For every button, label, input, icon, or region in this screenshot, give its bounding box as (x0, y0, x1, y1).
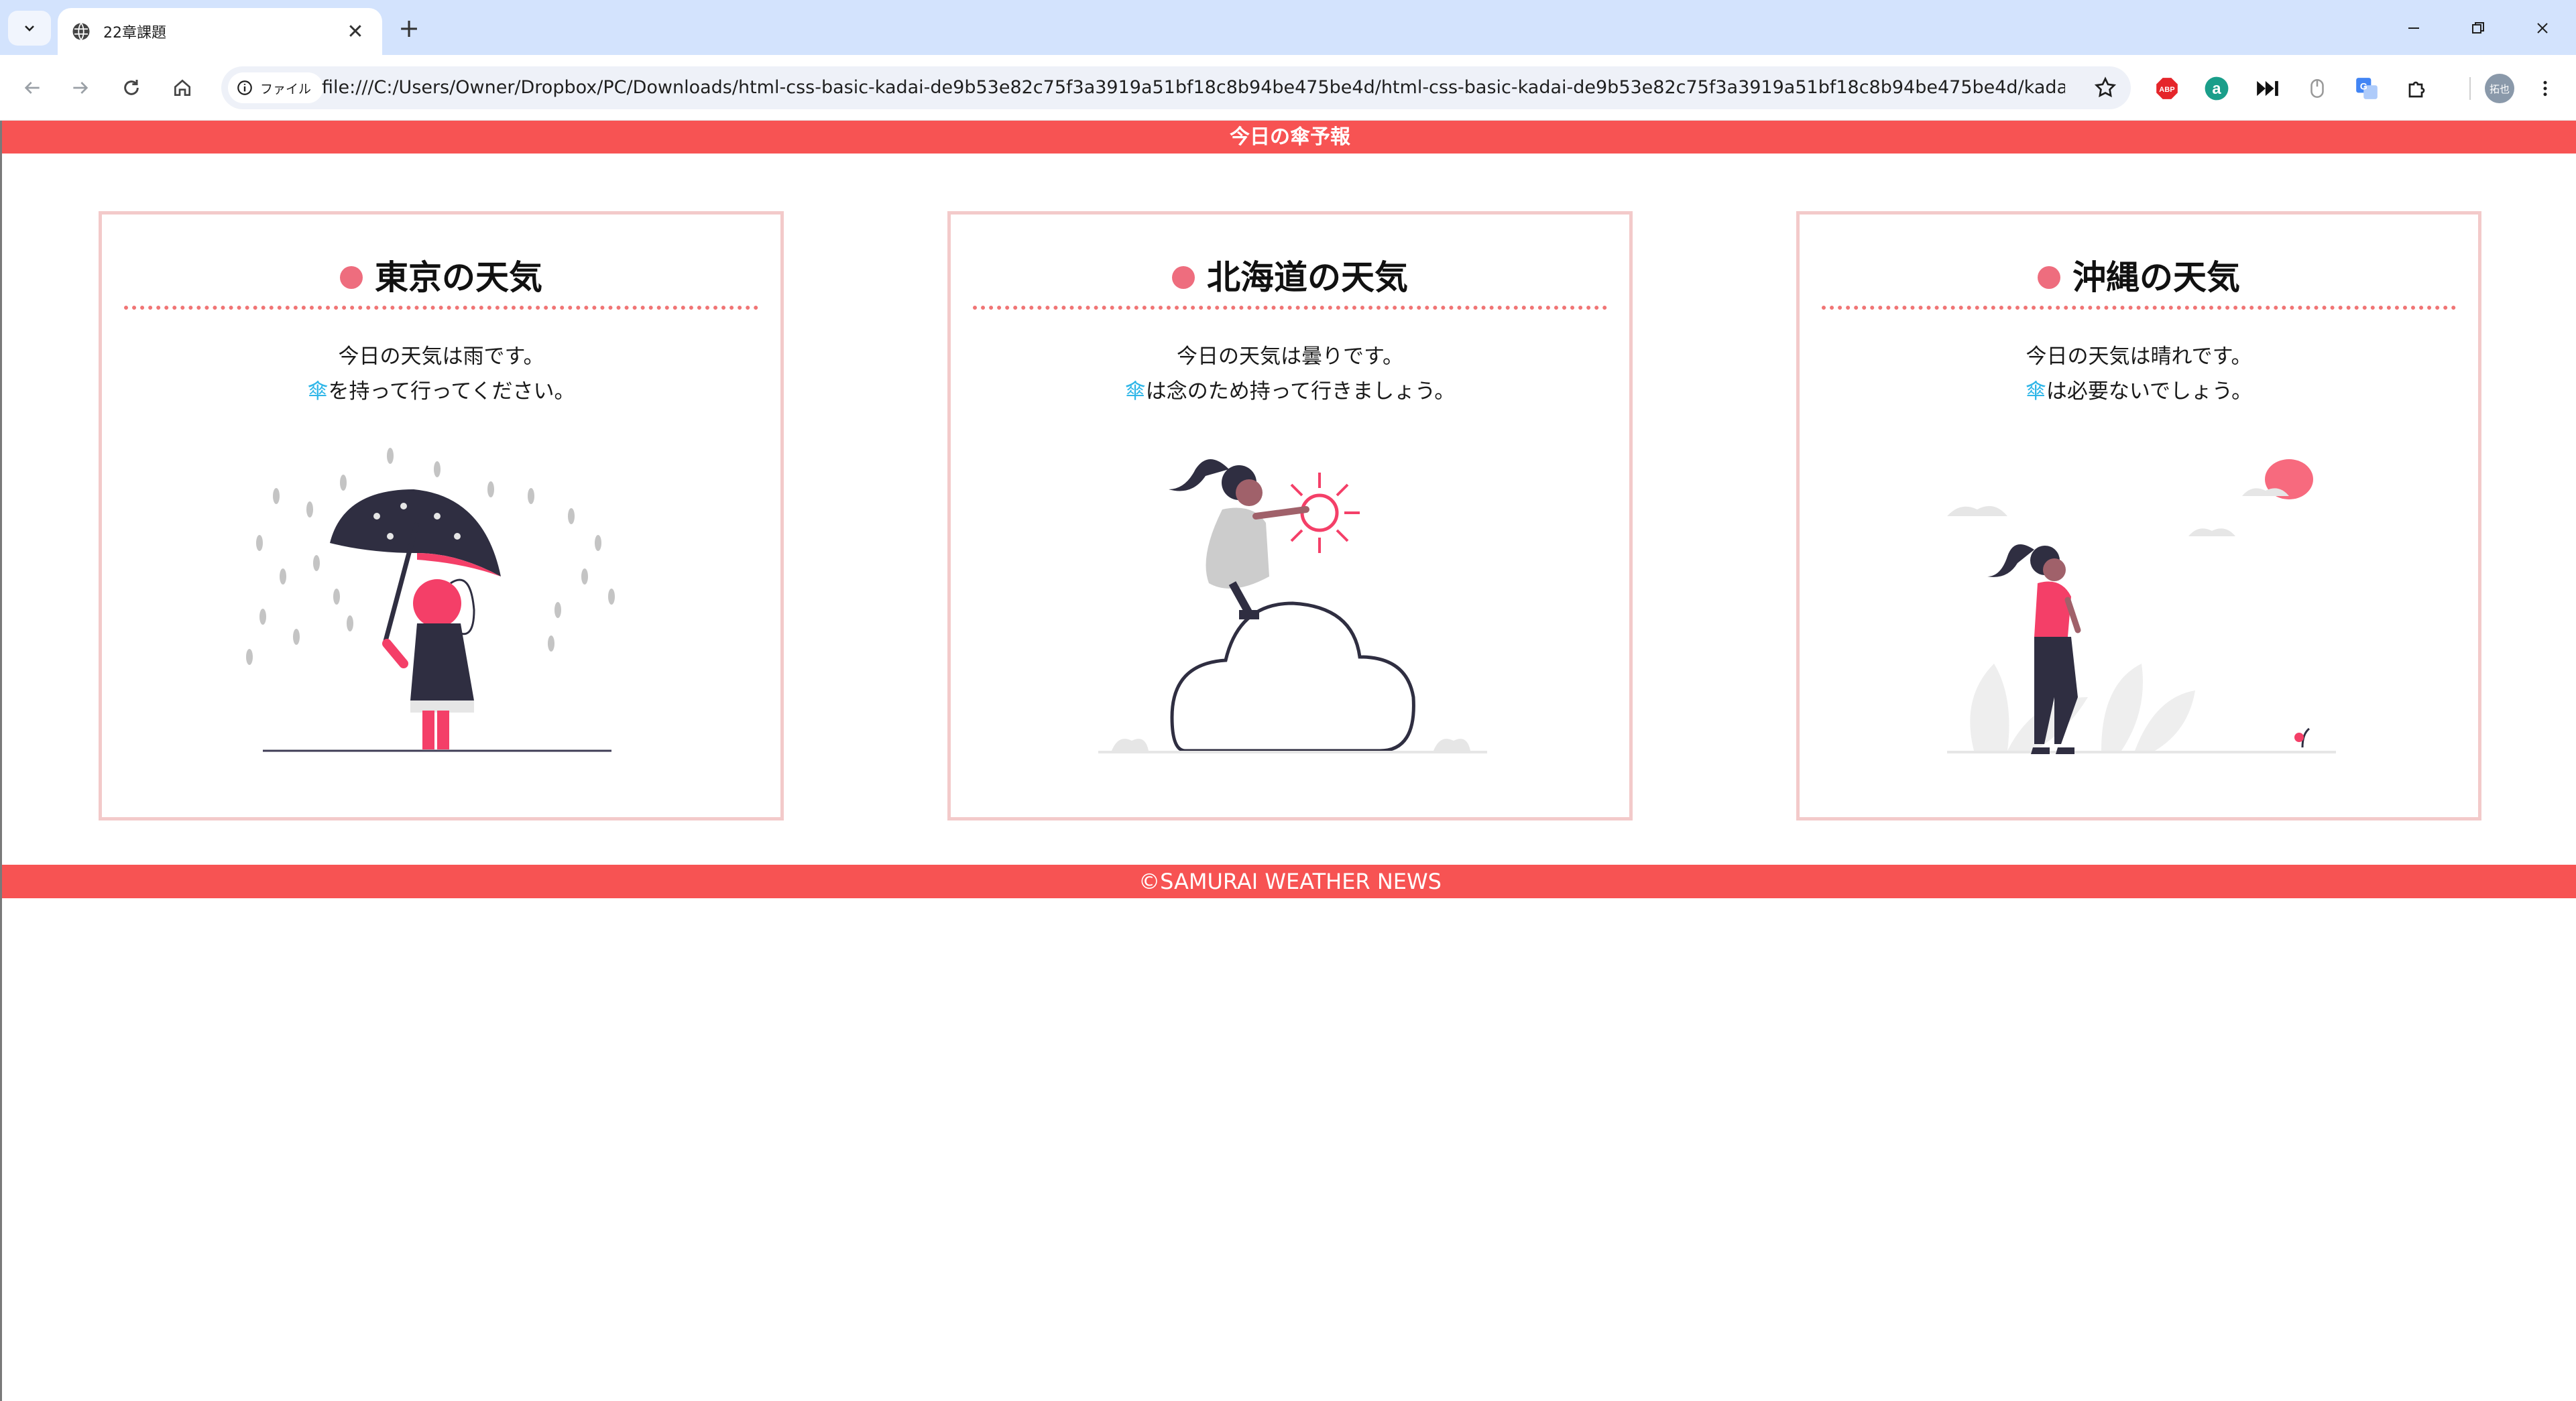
weather-card-tokyo: 東京の天気 今日の天気は雨です。 傘を持って行ってください。 (99, 211, 784, 820)
girl-walking-sunny-illustration (1947, 459, 2336, 754)
umbrella-word: 傘 (2025, 379, 2046, 404)
dotted-divider (973, 306, 1607, 310)
minimize-icon (2408, 27, 2419, 29)
back-button[interactable] (13, 69, 51, 107)
divider (2457, 75, 2483, 102)
close-window-button[interactable] (2516, 9, 2569, 47)
url-text[interactable]: file:///C:/Users/Owner/Dropbox/PC/Downlo… (322, 66, 2065, 109)
translate-shape: G (2356, 78, 2378, 99)
card-body-text: 今日の天気は雨です。 傘を持って行ってください。 (102, 339, 780, 409)
translate-icon[interactable]: G (2353, 75, 2380, 102)
home-button[interactable] (164, 69, 201, 107)
mouse-shape (2310, 78, 2324, 99)
svg-text:G: G (2360, 82, 2367, 93)
close-icon (2537, 23, 2548, 34)
umbrella-line: 傘を持って行ってください。 (102, 374, 780, 409)
umbrella-advice: を持って行ってください。 (328, 379, 575, 404)
weather-line: 今日の天気は雨です。 (338, 345, 544, 369)
tab-search-button[interactable] (8, 11, 51, 46)
weather-line: 今日の天気は晴れです。 (2026, 345, 2252, 369)
site-info-chip[interactable]: ファイル (228, 72, 324, 103)
bullet-dot-icon (2038, 265, 2060, 289)
amazon-circle: a (2205, 76, 2229, 101)
chevron-down-icon (25, 25, 34, 32)
dotted-divider (1822, 306, 2456, 310)
browser-menu-button[interactable] (2532, 75, 2559, 102)
card-body-text: 今日の天気は晴れです。 傘は必要ないでしょう。 (1800, 339, 2478, 409)
site-info-label: ファイル (260, 81, 312, 97)
browser-tab-active[interactable]: 22章課題 ✕ (58, 8, 382, 55)
reload-icon (124, 80, 139, 95)
minimize-button[interactable] (2387, 9, 2441, 47)
skip-forward-shape (2257, 80, 2278, 97)
web-page: 今日の傘予報 東京の天気 今日の天気は雨です。 傘を持って行ってください。 北海… (0, 121, 2576, 1401)
rainy-umbrella-girl-illustration (246, 448, 615, 752)
reload-button[interactable] (113, 69, 150, 107)
card-title-text: 北海道の天気 (1207, 258, 1408, 297)
tab-close-icon[interactable]: ✕ (342, 18, 369, 45)
restore-button[interactable] (2451, 9, 2505, 47)
forward-button[interactable] (62, 69, 99, 107)
card-title: 沖縄の天気 (1800, 257, 2478, 298)
browser-toolbar: ファイル file:///C:/Users/Owner/Dropbox/PC/D… (0, 55, 2576, 121)
girl-on-cloud-illustration (1098, 459, 1487, 753)
tab-title: 22章課題 (103, 25, 166, 42)
card-title-text: 沖縄の天気 (2072, 258, 2240, 297)
card-body-text: 今日の天気は曇りです。 傘は念のため持って行きましょう。 (951, 339, 1629, 409)
info-icon (237, 80, 252, 95)
bullet-dot-icon (1172, 265, 1195, 289)
card-title-text: 東京の天気 (375, 258, 542, 297)
mouse-icon[interactable] (2304, 75, 2331, 102)
globe-icon (72, 22, 90, 41)
weather-line: 今日の天気は曇りです。 (1177, 345, 1403, 369)
umbrella-word: 傘 (307, 379, 329, 404)
umbrella-line: 傘は必要ないでしょう。 (1800, 374, 2478, 409)
adblock-icon[interactable]: ABP (2154, 75, 2180, 102)
card-title: 東京の天気 (102, 257, 780, 298)
adblock-octagon: ABP (2156, 78, 2178, 99)
home-icon (174, 79, 190, 96)
site-header: 今日の傘予報 (2, 121, 2576, 154)
umbrella-advice: は必要ないでしょう。 (2046, 379, 2253, 404)
dotted-divider (124, 306, 758, 310)
browser-tab-bar: 22章課題 ✕ + (0, 0, 2576, 55)
weather-card-hokkaido: 北海道の天気 今日の天気は曇りです。 傘は念のため持って行きましょう。 (947, 211, 1633, 820)
new-tab-button[interactable]: + (393, 12, 425, 44)
amazon-assistant-icon[interactable]: a (2203, 75, 2230, 102)
arrow-left-icon (24, 82, 40, 94)
media-skip-icon[interactable] (2254, 75, 2281, 102)
profile-label: 拓也 (2485, 74, 2514, 103)
kebab-menu-icon (2543, 80, 2547, 97)
arrow-right-icon (73, 82, 89, 94)
puzzle-icon[interactable] (2404, 75, 2431, 102)
svg-text:ABP: ABP (2159, 86, 2175, 94)
umbrella-advice: は念のため持って行きましょう。 (1145, 379, 1456, 404)
extensions-puzzle-shape (2408, 81, 2425, 98)
weather-card-okinawa: 沖縄の天気 今日の天気は晴れです。 傘は必要ないでしょう。 (1796, 211, 2481, 820)
card-title: 北海道の天気 (951, 257, 1629, 298)
bullet-dot-icon (340, 265, 363, 289)
umbrella-line: 傘は念のため持って行きましょう。 (951, 374, 1629, 409)
bookmark-star-icon[interactable] (2093, 76, 2117, 100)
profile-avatar[interactable]: 拓也 (2481, 74, 2518, 103)
restore-icon (2472, 22, 2484, 34)
umbrella-word: 傘 (1124, 379, 1146, 404)
address-bar[interactable]: ファイル file:///C:/Users/Owner/Dropbox/PC/D… (221, 66, 2131, 109)
svg-text:a: a (2212, 80, 2221, 98)
site-footer: ©SAMURAI WEATHER NEWS (2, 865, 2576, 898)
